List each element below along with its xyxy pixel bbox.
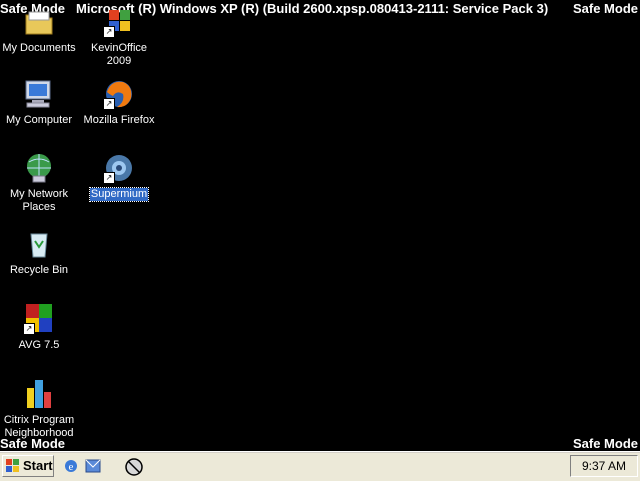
taskbar: Start e 9:37 AM [0,451,640,481]
desktop-icon-my-documents[interactable]: My Documents [1,6,77,56]
desktop-icon-supermium[interactable]: ↗ Supermium [81,152,157,202]
outlook-express-icon[interactable] [85,458,101,474]
safe-mode-label-top-right: Safe Mode [572,1,638,16]
desktop-icon-my-computer[interactable]: My Computer [1,78,77,128]
desktop-icon-my-network-places[interactable]: My Network Places [1,152,77,215]
media-icon[interactable] [124,457,144,477]
svg-text:e: e [69,461,74,473]
shortcut-arrow-icon: ↗ [23,323,35,335]
windows-flag-icon [6,459,19,472]
start-label: Start [23,458,53,473]
clock[interactable]: 9:37 AM [570,455,638,477]
browser-icon: ↗ [103,152,135,184]
desktop-icon-kevinoffice-2009[interactable]: ↗ KevinOffice 2009 [81,6,157,69]
office-shortcut-icon: ↗ [103,6,135,38]
citrix-icon [23,378,55,410]
shortcut-arrow-icon: ↗ [103,172,115,184]
desktop-icon-recycle-bin[interactable]: Recycle Bin [1,228,77,278]
avg-icon: ↗ [23,303,55,335]
desktop-icon-citrix-program-neighborhood[interactable]: Citrix Program Neighborhood [1,378,77,441]
start-button[interactable]: Start [2,455,54,477]
computer-icon [23,78,55,110]
shortcut-arrow-icon: ↗ [103,26,115,38]
firefox-icon: ↗ [103,78,135,110]
folder-icon [23,6,55,38]
safe-mode-label-bottom-right: Safe Mode [572,436,638,451]
ie-icon[interactable]: e [63,458,79,474]
recycle-bin-icon [23,228,55,260]
network-icon [23,152,55,184]
shortcut-arrow-icon: ↗ [103,98,115,110]
desktop-icon-avg-7-5[interactable]: ↗ AVG 7.5 [1,303,77,353]
desktop-icon-mozilla-firefox[interactable]: ↗ Mozilla Firefox [81,78,157,128]
